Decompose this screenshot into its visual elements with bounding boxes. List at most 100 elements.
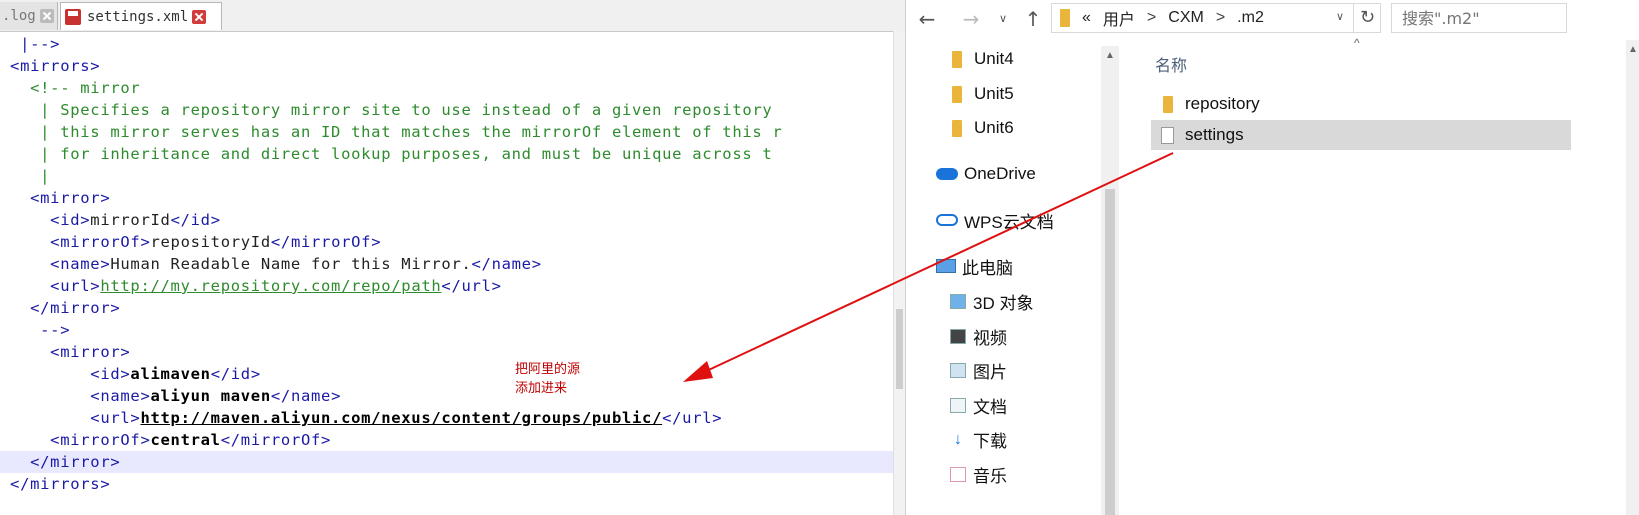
code-editor: .log settings.xml |--> <mirrors> <!-- mi…: [0, 0, 905, 515]
nav-item-pictures[interactable]: 图片: [936, 357, 1007, 383]
address-segment-m2[interactable]: .m2: [1237, 9, 1264, 27]
back-arrow-icon[interactable]: ←: [914, 6, 940, 32]
note-line-1: 把阿里的源: [515, 362, 581, 377]
code-line: <url>http://my.repository.com/repo/path<…: [0, 275, 893, 297]
navigation-pane-scrollbar[interactable]: ▲: [1101, 46, 1119, 515]
navigation-pane: Unit4 Unit5 Unit6 OneDrive WPS云文档 此电脑 3D…: [906, 40, 1106, 515]
code-token: | this mirror serves has an ID that matc…: [0, 123, 783, 141]
nav-item-this-pc[interactable]: 此电脑: [936, 253, 1013, 279]
code-token: |: [0, 167, 51, 185]
breadcrumb-separator[interactable]: >: [1147, 9, 1156, 27]
column-header-name[interactable]: 名称: [1155, 52, 1187, 76]
nav-item-label: 视频: [973, 328, 1007, 348]
nav-item-3d-objects[interactable]: 3D 对象: [936, 288, 1033, 314]
code-token: central: [150, 431, 221, 449]
nav-item-label: WPS云文档: [964, 212, 1054, 232]
nav-item-downloads[interactable]: ↓ 下载: [936, 426, 1007, 452]
nav-item-music[interactable]: 音乐: [936, 461, 1007, 487]
nav-item-unit4[interactable]: Unit4: [936, 46, 1014, 72]
code-token: mirrorId: [90, 211, 171, 229]
code-token: </url>: [662, 409, 723, 427]
code-line: <!-- mirror: [0, 77, 893, 99]
address-prefix[interactable]: «: [1082, 9, 1091, 27]
file-list: ^ 名称 repository settings: [1121, 36, 1639, 515]
code-token: </mirrorOf>: [270, 233, 382, 251]
tab-log[interactable]: .log: [0, 2, 58, 30]
address-segment-cxm[interactable]: CXM: [1168, 9, 1204, 27]
code-line: -->: [0, 319, 893, 341]
nav-item-label: Unit5: [974, 84, 1014, 103]
file-name: repository: [1185, 94, 1260, 113]
code-token: <mirrorOf>: [0, 233, 151, 251]
nav-item-label: 下载: [973, 431, 1007, 451]
refresh-icon[interactable]: ↻: [1353, 3, 1381, 33]
explorer-nav-bar: ← → ∨ ↑ « 用户 > CXM > .m2 ∨ ↻: [906, 0, 1639, 40]
scroll-up-icon[interactable]: ▲: [1628, 44, 1638, 55]
close-icon[interactable]: [39, 9, 54, 23]
nav-item-onedrive[interactable]: OneDrive: [936, 161, 1036, 187]
code-token: | Specifies a repository mirror site to …: [0, 101, 773, 119]
sort-up-icon[interactable]: ^: [1354, 36, 1360, 50]
recent-dropdown-icon[interactable]: ∨: [990, 6, 1016, 32]
code-token[interactable]: http://my.repository.com/repo/path: [100, 277, 441, 295]
code-line: <mirrorOf>central</mirrorOf>: [0, 429, 893, 451]
code-line: |-->: [0, 33, 893, 55]
file-item-settings[interactable]: settings: [1151, 120, 1571, 150]
code-token: <!-- mirror: [0, 79, 141, 97]
file-list-scrollbar[interactable]: ▲: [1626, 40, 1639, 515]
forward-arrow-icon[interactable]: →: [958, 6, 984, 32]
code-token: </url>: [441, 277, 502, 295]
3d-objects-icon: [950, 293, 966, 309]
download-icon: ↓: [954, 430, 962, 448]
address-segment-users[interactable]: 用户: [1103, 6, 1135, 30]
code-line: | for inheritance and direct lookup purp…: [0, 143, 893, 165]
code-line: <mirror>: [0, 341, 893, 363]
file-name: settings: [1185, 125, 1244, 144]
save-icon: [65, 8, 81, 25]
code-token: <url>: [0, 409, 141, 427]
code-line: |: [0, 165, 893, 187]
breadcrumb-separator[interactable]: >: [1216, 9, 1225, 27]
code-token: <name>: [0, 387, 151, 405]
folder-icon: [952, 50, 962, 68]
editor-scroll-thumb[interactable]: [896, 309, 903, 389]
code-token: <mirrors>: [0, 57, 101, 75]
navigation-pane-scroll-thumb[interactable]: [1105, 189, 1115, 515]
code-token: <mirror>: [0, 343, 131, 361]
address-bar[interactable]: « 用户 > CXM > .m2 ∨: [1051, 3, 1381, 33]
tab-log-label: .log: [2, 8, 36, 24]
code-token: <url>: [0, 277, 101, 295]
editor-scrollbar[interactable]: [893, 31, 905, 515]
file-item-repository[interactable]: repository: [1151, 89, 1571, 119]
code-area[interactable]: |--> <mirrors> <!-- mirror | Specifies a…: [0, 33, 895, 515]
tab-settings-xml[interactable]: settings.xml: [60, 2, 222, 30]
code-line: <id>alimaven</id>: [0, 363, 893, 385]
code-token: <id>: [0, 211, 91, 229]
code-token[interactable]: http://maven.aliyun.com/nexus/content/gr…: [140, 409, 662, 427]
code-line: <name>aliyun maven</name>: [0, 385, 893, 407]
code-token: | for inheritance and direct lookup purp…: [0, 145, 773, 163]
search-input[interactable]: [1391, 3, 1567, 33]
nav-item-unit6[interactable]: Unit6: [936, 115, 1014, 141]
video-icon: [950, 328, 966, 344]
close-icon[interactable]: [192, 9, 207, 24]
code-line: <mirror>: [0, 187, 893, 209]
code-token: repositoryId: [150, 233, 271, 251]
code-line: <url>http://maven.aliyun.com/nexus/conte…: [0, 407, 893, 429]
folder-icon: [952, 119, 962, 137]
code-token: <name>: [0, 255, 111, 273]
folder-icon: [952, 85, 962, 103]
scroll-up-icon[interactable]: ▲: [1105, 50, 1115, 61]
nav-item-label: 图片: [973, 362, 1007, 382]
code-line: <mirrors>: [0, 55, 893, 77]
picture-icon: [950, 362, 966, 378]
code-line: <mirrorOf>repositoryId</mirrorOf>: [0, 231, 893, 253]
nav-item-wps-cloud[interactable]: WPS云文档: [936, 207, 1054, 233]
up-arrow-icon[interactable]: ↑: [1020, 6, 1046, 32]
nav-item-documents[interactable]: 文档: [936, 392, 1007, 418]
code-token: <id>: [0, 365, 131, 383]
chevron-down-icon[interactable]: ∨: [1336, 10, 1344, 23]
code-token: </name>: [471, 255, 542, 273]
nav-item-unit5[interactable]: Unit5: [936, 81, 1014, 107]
nav-item-videos[interactable]: 视频: [936, 323, 1007, 349]
